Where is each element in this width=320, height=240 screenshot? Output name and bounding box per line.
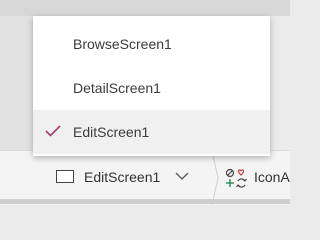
screen-option-edit[interactable]: EditScreen1 xyxy=(33,110,270,154)
screen-option-label: DetailScreen1 xyxy=(73,80,161,96)
bottom-edge xyxy=(0,199,290,204)
screen-dropdown-menu: BrowseScreen1 DetailScreen1 EditScreen1 xyxy=(33,16,270,156)
screen-option-label: EditScreen1 xyxy=(73,124,150,140)
check-icon xyxy=(45,125,61,137)
screen-icon xyxy=(56,170,74,183)
screen-selector[interactable]: EditScreen1 xyxy=(40,165,210,193)
screen-option-label: BrowseScreen1 xyxy=(73,36,172,52)
insert-icon-label[interactable]: IconA xyxy=(254,169,290,185)
screen-option-detail[interactable]: DetailScreen1 xyxy=(33,66,270,110)
breadcrumb-separator xyxy=(211,151,219,205)
icons-gallery-icon xyxy=(225,168,247,188)
chevron-down-icon[interactable] xyxy=(175,171,189,181)
current-screen-label: EditScreen1 xyxy=(84,169,161,185)
screen-option-browse[interactable]: BrowseScreen1 xyxy=(33,22,270,66)
top-bar xyxy=(0,0,290,16)
bottom-toolbar: EditScreen1 IconA xyxy=(0,150,290,205)
